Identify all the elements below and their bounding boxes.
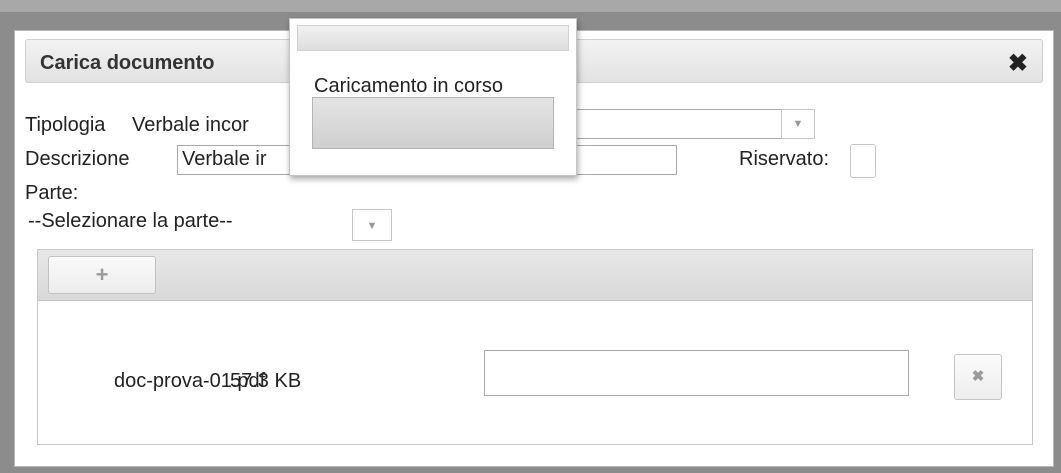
chevron-down-icon[interactable]: ▼ bbox=[352, 209, 392, 241]
progress-bar bbox=[312, 97, 554, 149]
upload-progress-popup: Caricamento in corso bbox=[289, 18, 577, 176]
riservato-checkbox[interactable] bbox=[850, 144, 876, 178]
modal-overlay bbox=[0, 0, 1061, 12]
file-description-input[interactable] bbox=[484, 350, 909, 396]
close-icon[interactable]: ✖ bbox=[1008, 49, 1028, 78]
parte-label: Parte: bbox=[25, 182, 79, 204]
file-size: 57.3 KB bbox=[230, 370, 302, 392]
parte-select[interactable]: --Selezionare la parte-- bbox=[23, 207, 353, 239]
tipologia-label: Tipologia bbox=[25, 114, 106, 136]
dialog-title: Carica documento bbox=[40, 52, 215, 74]
tipologia-select-edge[interactable] bbox=[570, 109, 782, 139]
riservato-label: Riservato: bbox=[739, 148, 830, 170]
progress-text: Caricamento in corso bbox=[314, 75, 503, 97]
add-file-button[interactable]: + bbox=[48, 256, 156, 294]
plus-icon: + bbox=[95, 262, 109, 287]
chevron-down-icon[interactable]: ▼ bbox=[781, 109, 815, 139]
progress-popup-header bbox=[297, 25, 569, 51]
close-icon: ✖ bbox=[971, 368, 985, 385]
descrizione-label: Descrizione bbox=[25, 148, 130, 170]
upload-toolbar: + bbox=[38, 250, 1032, 301]
file-upload-panel: + doc-prova-01.pdf 57.3 KB ✖ bbox=[37, 249, 1033, 445]
remove-file-button[interactable]: ✖ bbox=[954, 354, 1002, 400]
